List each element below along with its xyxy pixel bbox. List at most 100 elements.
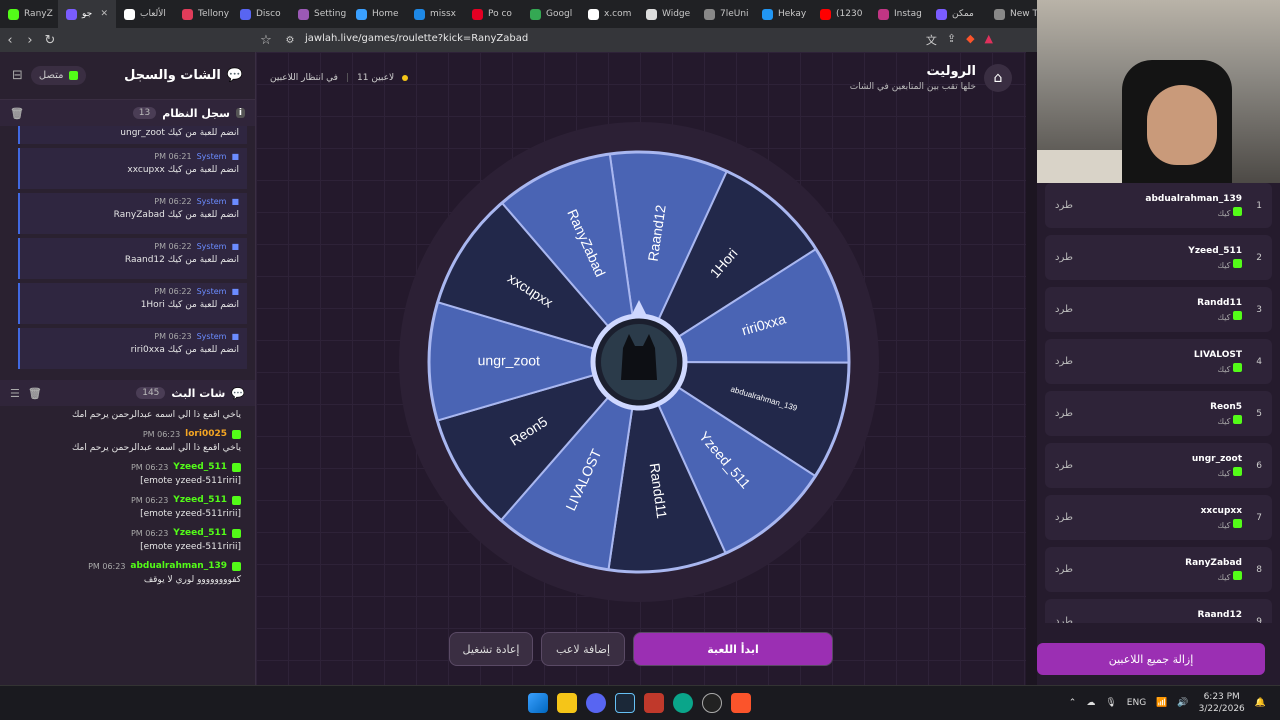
url-input[interactable]: jawlah.live/games/roulette?kick=RanyZaba… — [305, 33, 528, 44]
kick-icon — [232, 495, 241, 505]
restart-button[interactable]: إعادة تشغيل — [449, 632, 533, 666]
lang-indicator[interactable]: ENG — [1127, 698, 1146, 708]
player-number: 5 — [1256, 408, 1262, 419]
translate-icon[interactable]: 文 — [926, 32, 937, 48]
back-icon[interactable]: ‹ — [0, 33, 20, 48]
kick-icon — [1233, 310, 1242, 320]
chat-message: PM 06:23 Yzeed_511 [emote yzeed-511ririi] — [14, 462, 241, 486]
browser-tab[interactable]: Hekay — [754, 0, 812, 28]
browser-tab[interactable]: Po co — [464, 0, 522, 28]
tab-label: Googl — [546, 9, 573, 19]
browser-tab[interactable]: الألعاب — [116, 0, 174, 28]
tab-label: Tellony — [198, 9, 230, 19]
kick-player-button[interactable]: طرد — [1055, 564, 1073, 575]
browser-tab[interactable]: RanyZ — [0, 0, 58, 28]
browser-tab[interactable]: Disco — [232, 0, 290, 28]
browser-tab[interactable]: 7leUni — [696, 0, 754, 28]
collapse-panel-icon[interactable]: ⊟ — [12, 68, 23, 83]
log-message: Raand12 انضم للعبة من كيك — [124, 255, 239, 265]
browser-tab[interactable]: Tellony — [174, 0, 232, 28]
bookmark-icon[interactable]: ☆ — [256, 33, 276, 48]
browser-tab[interactable]: Googl — [522, 0, 580, 28]
player-row: طرد RanyZabad كيك 8 — [1045, 547, 1272, 592]
brave-rewards-icon[interactable]: ▲ — [985, 32, 993, 48]
browser-tab[interactable]: (1230 — [812, 0, 870, 28]
tab-label: الألعاب — [140, 9, 166, 19]
brave-shield-icon[interactable]: ◆ — [966, 32, 974, 48]
kick-player-button[interactable]: طرد — [1055, 356, 1073, 367]
start-game-button[interactable]: ابدأ اللعبة — [633, 632, 833, 666]
steam-icon[interactable] — [615, 693, 635, 713]
remove-all-players-button[interactable]: إزالة جميع اللاعبين — [1037, 643, 1265, 675]
chat-text: [emote yzeed-511ririi] — [140, 509, 241, 519]
filter-icon[interactable]: ☰ — [10, 387, 20, 400]
chat-username[interactable]: Yzeed_511 — [173, 528, 227, 538]
windows-start-icon[interactable] — [528, 693, 548, 713]
browser-tab[interactable]: Setting — [290, 0, 348, 28]
panel-title: الشات والسجل — [124, 68, 221, 83]
chat-message: PM 06:23 Yzeed_511 [emote yzeed-511ririi] — [14, 495, 241, 519]
tab-favicon-icon — [414, 8, 425, 20]
kick-icon — [68, 71, 78, 80]
browser-tab[interactable]: Instag — [870, 0, 928, 28]
player-number: 2 — [1256, 252, 1262, 263]
tray-app-icon[interactable]: ☁ — [1086, 698, 1095, 708]
browser-tab[interactable]: missx — [406, 0, 464, 28]
browser-tab[interactable]: Home — [348, 0, 406, 28]
trash-icon[interactable]: 🗑 — [28, 387, 42, 400]
log-message: ungr_zoot انضم للعبة من كيك — [120, 128, 239, 138]
volume-icon[interactable]: 🔊 — [1177, 698, 1188, 708]
clock[interactable]: 6:23 PM 3/22/2026 — [1199, 691, 1245, 715]
browser-tab[interactable]: New T — [986, 0, 1037, 28]
kick-player-button[interactable]: طرد — [1055, 252, 1073, 263]
player-row: طرد abdualrahman_139 كيك 1 — [1045, 183, 1272, 228]
chevron-up-icon[interactable]: ⌃ — [1069, 698, 1077, 708]
reload-icon[interactable]: ↻ — [40, 33, 60, 48]
browser-tab[interactable]: Widge — [638, 0, 696, 28]
brave-icon[interactable] — [731, 693, 751, 713]
kick-player-button[interactable]: طرد — [1055, 460, 1073, 471]
mic-icon[interactable]: 🎙 — [1105, 698, 1116, 708]
notification-icon[interactable]: 🔔 — [1255, 698, 1266, 708]
browser-tab[interactable]: ممكن — [928, 0, 986, 28]
tab-label: Instag — [894, 9, 922, 19]
kick-player-button[interactable]: طرد — [1055, 408, 1073, 419]
page-title: الروليت — [926, 64, 976, 79]
app-icon[interactable] — [644, 693, 664, 713]
add-player-button[interactable]: إضافة لاعب — [541, 632, 625, 666]
browser-tab[interactable]: جو ✕ — [58, 0, 116, 28]
log-message: RanyZabad انضم للعبة من كيك — [113, 210, 239, 220]
discord-icon[interactable] — [586, 693, 606, 713]
share-icon[interactable]: ⇪ — [947, 32, 956, 48]
chat-username[interactable]: lori0025 — [185, 429, 227, 439]
player-status: في انتظار اللاعبين | 11 لاعبين — [270, 73, 409, 83]
tab-favicon-icon — [588, 8, 599, 20]
kick-icon — [1233, 414, 1242, 424]
site-info-icon[interactable]: ⚙ — [280, 35, 300, 46]
edge-icon[interactable] — [673, 693, 693, 713]
forward-icon[interactable]: › — [20, 33, 40, 48]
browser-tab[interactable]: x.com — [580, 0, 638, 28]
connection-status-badge: متصل — [30, 66, 86, 85]
player-number: 8 — [1256, 564, 1262, 575]
trash-icon[interactable]: 🗑 — [10, 107, 24, 120]
chat-username[interactable]: abdualrahman_139 — [130, 561, 227, 571]
tab-favicon-icon — [124, 8, 135, 20]
file-explorer-icon[interactable] — [557, 693, 577, 713]
close-tab-icon[interactable]: ✕ — [100, 9, 108, 19]
tab-label: Setting — [314, 9, 347, 19]
wifi-icon[interactable]: 📶 — [1156, 698, 1167, 708]
kick-player-button[interactable]: طرد — [1055, 304, 1073, 315]
home-icon[interactable]: ⌂ — [984, 64, 1012, 92]
log-message: xxcupxx انضم للعبة من كيك — [127, 165, 239, 175]
chat-username[interactable]: Yzeed_511 — [173, 495, 227, 505]
tab-label: Widge — [662, 9, 691, 19]
kick-player-button[interactable]: طرد — [1055, 512, 1073, 523]
kick-player-button[interactable]: طرد — [1055, 616, 1073, 623]
player-name: Yzeed_511 — [1188, 245, 1242, 256]
chatgpt-icon[interactable] — [702, 693, 722, 713]
roulette-wheel[interactable]: Raand121Hoririri0xxaabdualrahman_139Yzee… — [399, 122, 879, 602]
kick-player-button[interactable]: طرد — [1055, 200, 1073, 211]
system-log-item: PM 06:22 System ■ RanyZabad انضم للعبة من ك… — [18, 193, 247, 234]
chat-username[interactable]: Yzeed_511 — [173, 462, 227, 472]
